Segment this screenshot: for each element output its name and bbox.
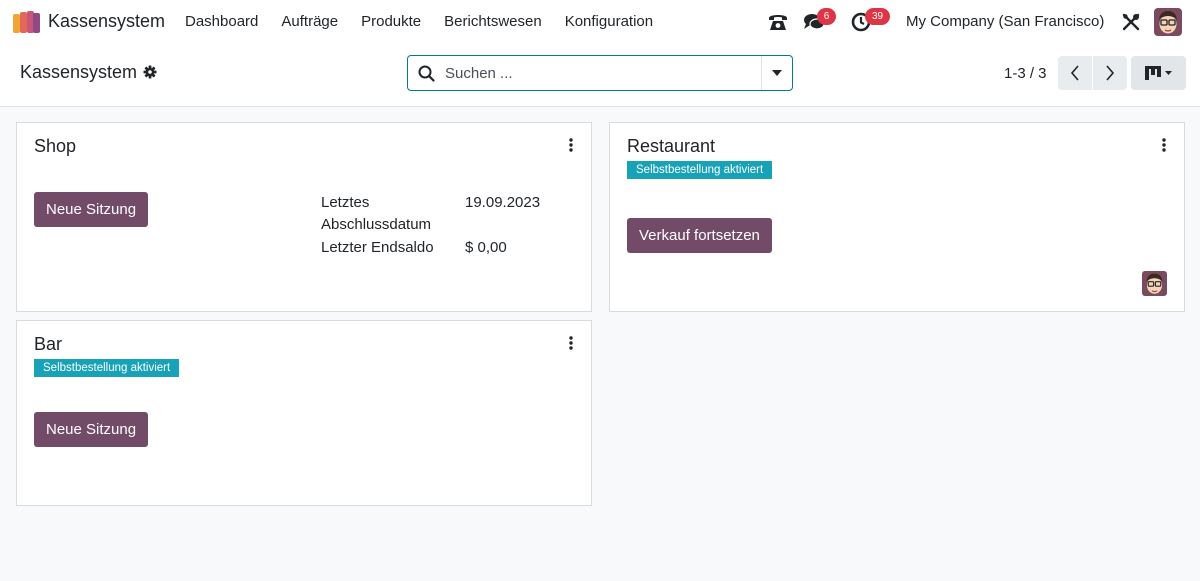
card-title: Shop: [34, 136, 77, 156]
chevron-right-icon: [1106, 65, 1115, 81]
stat-value-closing-date: 19.09.2023: [465, 194, 541, 211]
menu-item-dashboard[interactable]: Dashboard: [185, 13, 258, 30]
search-input[interactable]: [445, 63, 755, 84]
kebab-menu-icon[interactable]: [567, 335, 575, 351]
menu-item-orders[interactable]: Aufträge: [281, 13, 338, 30]
kanban-view-icon: [1144, 66, 1172, 80]
responsible-user-avatar[interactable]: [1142, 271, 1167, 296]
debug-tools-icon[interactable]: [1121, 12, 1141, 32]
pos-app-logo-icon[interactable]: [12, 10, 41, 34]
menu-item-reporting[interactable]: Berichtswesen: [444, 13, 542, 30]
stat-label-ending-balance: Letzter Endsaldo: [321, 239, 434, 256]
card-title: Restaurant: [627, 136, 716, 156]
search-box: [407, 55, 793, 91]
chevron-left-icon: [1070, 65, 1079, 81]
activity-count-badge: 39: [865, 8, 890, 25]
card-title: Bar: [34, 334, 63, 354]
kebab-menu-icon[interactable]: [1160, 137, 1168, 153]
search-options-toggle[interactable]: [761, 56, 792, 90]
kebab-menu-icon[interactable]: [567, 137, 575, 153]
new-session-button[interactable]: Neue Sitzung: [34, 192, 149, 227]
pager-value[interactable]: 1-3 / 3: [1004, 65, 1047, 82]
user-avatar-icon: [1142, 271, 1167, 296]
caret-down-icon: [772, 70, 782, 76]
pos-card-bar: Bar Selbstbestellung aktiviert Neue Sitz…: [16, 320, 592, 506]
stat-label-closing-date: Letztes Abschlussdatum: [321, 194, 432, 233]
new-session-button[interactable]: Neue Sitzung: [34, 412, 149, 447]
pager-previous-button[interactable]: [1058, 56, 1092, 90]
self-order-tag: Selbstbestellung aktiviert: [627, 161, 773, 179]
gear-icon[interactable]: [143, 65, 157, 79]
company-switcher[interactable]: My Company (San Francisco): [906, 13, 1104, 30]
kanban-view-switcher[interactable]: [1131, 56, 1186, 90]
pos-card-restaurant: Restaurant Selbstbestellung aktiviert Ve…: [609, 122, 1185, 312]
pager-next-button[interactable]: [1093, 56, 1127, 90]
top-navbar: Kassensystem Dashboard Aufträge Produkte…: [0, 0, 1200, 45]
self-order-tag: Selbstbestellung aktiviert: [34, 359, 180, 377]
menu-item-products[interactable]: Produkte: [361, 13, 421, 30]
menu-item-configuration[interactable]: Konfiguration: [565, 13, 653, 30]
pos-card-shop: Shop Neue Sitzung Letztes Abschlussdatum…: [16, 122, 592, 312]
stat-value-ending-balance: $ 0,00: [465, 239, 507, 256]
main-menu: Dashboard Aufträge Produkte Berichtswese…: [185, 13, 676, 30]
app-name[interactable]: Kassensystem: [48, 11, 165, 32]
chat-count-badge: 6: [817, 8, 836, 25]
user-avatar-icon: [1154, 8, 1182, 36]
continue-selling-button[interactable]: Verkauf fortsetzen: [627, 218, 772, 253]
phone-icon[interactable]: [767, 11, 789, 33]
control-panel: Kassensystem 1-3 / 3: [0, 45, 1200, 107]
user-avatar[interactable]: [1154, 8, 1182, 36]
search-icon: [418, 65, 435, 82]
breadcrumb: Kassensystem: [20, 62, 138, 82]
